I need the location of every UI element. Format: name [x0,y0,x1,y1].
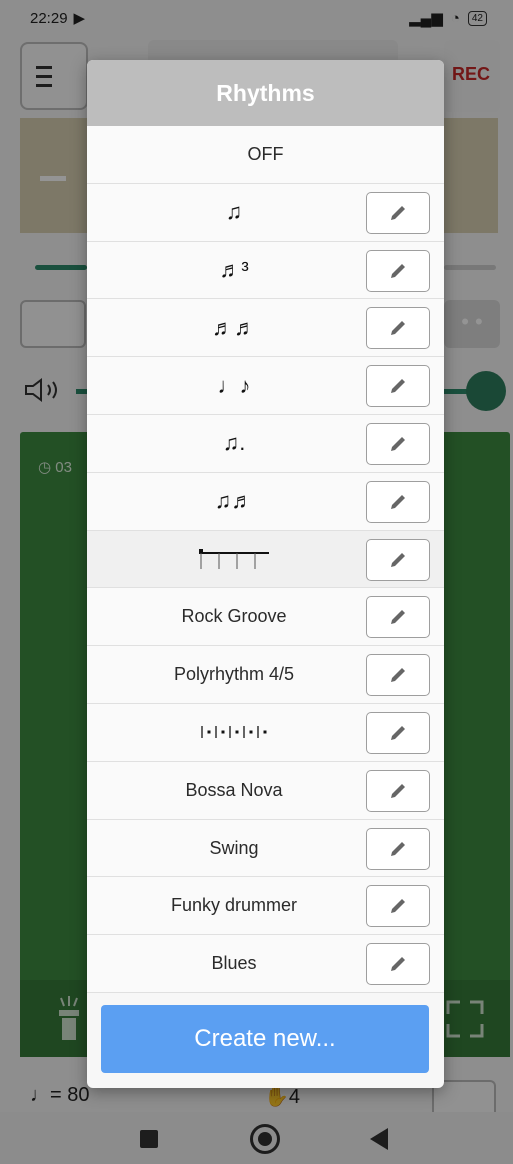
rhythm-row[interactable]: ♫ [87,183,444,242]
pencil-icon [391,899,405,914]
rhythm-note-symbol: ♫♬ [87,473,381,530]
rhythm-name: Funky drummer [170,895,298,916]
pencil-icon [391,494,405,509]
rhythm-row[interactable]: ♩♪ [87,357,444,415]
rhythm-note-symbol: ♩♪ [87,357,381,414]
rhythm-pattern-graphic [87,704,381,761]
dialog-title: Rhythms [87,60,444,126]
rhythms-dialog: Rhythms OFF ♫ ♬³ ♬♬ ♩♪ ♫. ♫♬ Rock Groove Polyrh… [87,60,444,1088]
rhythm-row[interactable]: Swing [87,819,444,878]
rhythm-row-off[interactable]: OFF [87,126,444,184]
rhythm-row[interactable]: ♬³ [87,241,444,300]
rhythm-row[interactable]: ♫. [87,414,444,473]
edit-rhythm-button[interactable] [366,827,430,870]
note-icon: ♫ [225,199,243,225]
create-new-button[interactable]: Create new... [101,1005,429,1073]
rhythm-name: Polyrhythm 4/5 [173,664,295,685]
pencil-icon [391,957,405,972]
note-icon: ♫. [222,430,246,456]
rhythm-name: Rock Groove [181,606,287,627]
note-icon: ♬♬ [212,314,256,340]
pencil-icon [391,552,405,567]
rhythm-row[interactable] [87,530,444,589]
edit-rhythm-button[interactable] [366,538,430,581]
rhythm-name: Swing [209,837,259,858]
pencil-icon [391,725,405,740]
edit-rhythm-button[interactable] [366,885,430,928]
edit-rhythm-button[interactable] [366,249,430,292]
rhythm-name: Blues [211,953,257,974]
edit-rhythm-button[interactable] [366,596,430,639]
note-icon: ♫♬ [214,488,254,514]
pencil-icon [391,205,405,220]
note-icon: ♬³ [219,257,249,283]
edit-rhythm-button[interactable] [366,654,430,697]
pencil-icon [391,783,405,798]
rhythm-row[interactable]: Blues [87,935,444,993]
rhythm-row[interactable] [87,703,444,762]
rhythm-name: Bossa Nova [185,779,283,800]
edit-rhythm-button[interactable] [366,711,430,754]
edit-rhythm-button[interactable] [366,769,430,812]
edit-rhythm-button[interactable] [366,422,430,465]
rhythm-note-symbol: ♬♬ [87,299,381,356]
rhythm-note-symbol: ♫. [87,415,381,472]
pattern-bars-icon [199,549,269,570]
rhythm-row[interactable]: Bossa Nova [87,761,444,820]
edit-rhythm-button[interactable] [366,480,430,523]
pencil-icon [391,321,405,336]
edit-rhythm-button[interactable] [366,943,430,986]
note-icon: ♩♪ [217,372,251,398]
edit-rhythm-button[interactable] [366,365,430,408]
rhythm-row[interactable]: Funky drummer [87,877,444,936]
rhythm-row[interactable]: ♬♬ [87,299,444,358]
rhythm-pattern-graphic [87,531,381,588]
pencil-icon [391,436,405,451]
pencil-icon [391,379,405,394]
rhythm-note-symbol: ♫ [87,184,381,241]
pattern-dots-icon [201,726,267,739]
pencil-icon [391,668,405,683]
rhythm-row[interactable]: ♫♬ [87,472,444,531]
edit-rhythm-button[interactable] [366,191,430,234]
edit-rhythm-button[interactable] [366,307,430,350]
rhythm-note-symbol: ♬³ [87,242,381,299]
pencil-icon [391,841,405,856]
pencil-icon [391,263,405,278]
rhythm-row[interactable]: Polyrhythm 4/5 [87,646,444,704]
rhythm-off-label: OFF [247,144,284,164]
rhythm-row[interactable]: Rock Groove [87,588,444,647]
pencil-icon [391,610,405,625]
